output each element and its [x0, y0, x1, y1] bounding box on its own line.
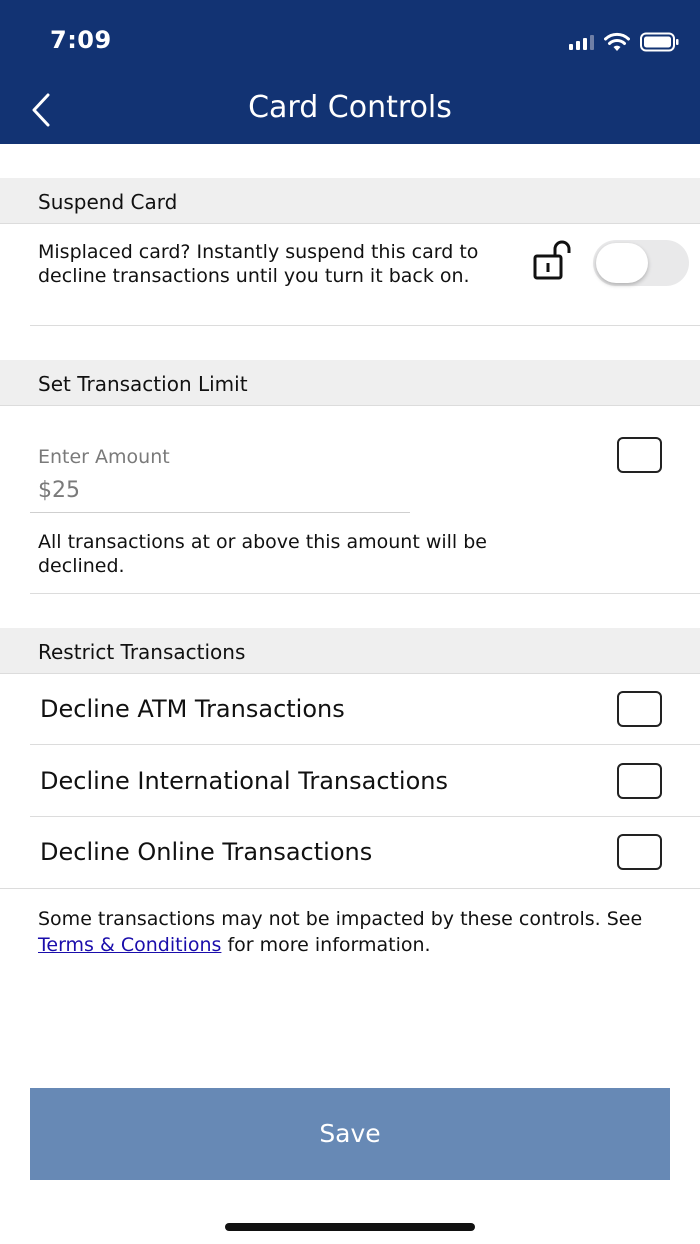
- divider: [30, 744, 700, 745]
- amount-underline: [30, 512, 410, 513]
- decline-international-checkbox[interactable]: [617, 763, 662, 799]
- amount-input[interactable]: [38, 470, 408, 510]
- decline-atm-checkbox[interactable]: [617, 691, 662, 727]
- page-title: Card Controls: [248, 90, 452, 125]
- footer-note-text: Some transactions may not be impacted by…: [38, 908, 643, 930]
- save-button[interactable]: Save: [30, 1088, 670, 1180]
- section-title: Set Transaction Limit: [38, 372, 248, 396]
- footer-note: Some transactions may not be impacted by…: [38, 906, 678, 958]
- limit-note: All transactions at or above this amount…: [38, 531, 487, 577]
- section-header-restrict-transactions: Restrict Transactions: [0, 628, 700, 674]
- footer-note-text-end: for more information.: [221, 934, 431, 956]
- wifi-icon: [604, 32, 630, 52]
- divider: [30, 325, 700, 326]
- divider: [0, 888, 700, 889]
- section-title: Restrict Transactions: [38, 640, 246, 664]
- decline-atm-label: Decline ATM Transactions: [40, 695, 345, 723]
- terms-conditions-link[interactable]: Terms & Conditions: [38, 934, 221, 956]
- amount-label: Enter Amount: [38, 446, 170, 468]
- section-header-transaction-limit: Set Transaction Limit: [0, 360, 700, 406]
- decline-international-label: Decline International Transactions: [40, 767, 448, 795]
- cellular-signal-icon: [569, 34, 594, 50]
- app-header: 7:09 Card Controls: [0, 0, 700, 144]
- decline-online-checkbox[interactable]: [617, 834, 662, 870]
- unlocked-padlock-icon: [530, 238, 574, 282]
- transaction-limit-checkbox[interactable]: [617, 437, 662, 473]
- battery-icon: [640, 32, 680, 52]
- status-icons: [569, 30, 680, 54]
- suspend-card-toggle[interactable]: [593, 240, 689, 286]
- divider: [30, 593, 700, 594]
- divider: [30, 816, 700, 817]
- home-indicator: [225, 1223, 475, 1231]
- decline-online-label: Decline Online Transactions: [40, 838, 373, 866]
- section-header-suspend-card: Suspend Card: [0, 178, 700, 224]
- status-time: 7:09: [50, 26, 112, 54]
- section-title: Suspend Card: [38, 190, 178, 214]
- suspend-description: Misplaced card? Instantly suspend this c…: [38, 241, 479, 287]
- toggle-knob: [596, 243, 648, 283]
